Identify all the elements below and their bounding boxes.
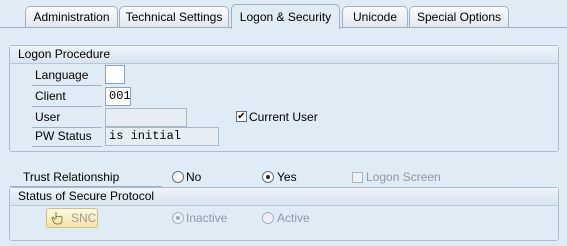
logon-procedure-title: Logon Procedure <box>10 46 558 64</box>
snc-button[interactable]: SNC <box>46 208 98 228</box>
secure-protocol-title: Status of Secure Protocol <box>10 188 558 206</box>
current-user-label: Current User <box>249 110 318 124</box>
tab-technical-settings[interactable]: Technical Settings <box>119 6 229 27</box>
pw-status-field: is initial <box>105 127 219 146</box>
snc-inactive-radio[interactable] <box>172 212 184 224</box>
logon-screen-label: Logon Screen <box>366 170 441 184</box>
checkmark-icon: ✔ <box>237 111 246 122</box>
trust-no-radio[interactable] <box>172 171 184 183</box>
current-user-checkbox[interactable]: ✔ <box>236 111 247 122</box>
trust-no-label: No <box>186 170 202 184</box>
trust-relationship-label: Trust Relationship <box>23 170 120 184</box>
language-field[interactable] <box>105 65 125 84</box>
pw-status-label-underline <box>32 146 102 147</box>
snc-inactive-label: Inactive <box>186 211 228 225</box>
tab-administration[interactable]: Administration <box>25 6 118 27</box>
client-field[interactable]: 001 <box>105 87 131 106</box>
tab-logon-security[interactable]: Logon & Security <box>231 4 340 29</box>
tab-special-options[interactable]: Special Options <box>409 6 509 27</box>
logon-screen-checkbox[interactable] <box>352 172 363 183</box>
client-label-underline <box>32 106 102 107</box>
tab-unicode[interactable]: Unicode <box>342 6 408 27</box>
snc-active-label: Active <box>277 211 310 225</box>
trust-yes-radio[interactable] <box>262 171 274 183</box>
pw-status-label: PW Status <box>35 129 92 143</box>
user-label: User <box>35 110 61 124</box>
user-field[interactable] <box>105 108 187 127</box>
client-label: Client <box>35 89 66 103</box>
snc-button-label: SNC <box>71 211 97 225</box>
hand-pointer-icon <box>51 212 63 225</box>
snc-active-radio[interactable] <box>262 212 274 224</box>
trust-yes-label: Yes <box>277 170 297 184</box>
language-label-underline <box>32 85 102 86</box>
language-label: Language <box>35 68 89 82</box>
tab-strip: Administration Technical Settings Logon … <box>0 0 567 29</box>
